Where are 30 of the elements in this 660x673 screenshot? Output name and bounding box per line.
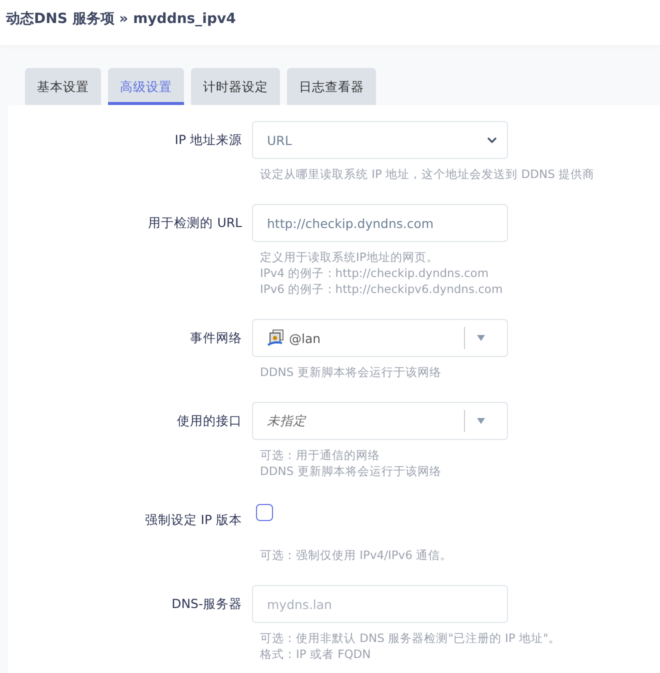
help-text: 格式：IP 或者 FQDN	[260, 646, 372, 662]
field-label: 用于检测的 URL	[148, 215, 242, 230]
field-label: IP 地址来源	[174, 132, 242, 147]
tab[interactable]: 计时器设定	[191, 68, 280, 105]
input-field[interactable]: http://checkip.dyndns.com	[252, 204, 508, 242]
field-label: 事件网络	[190, 330, 242, 345]
select-field[interactable]: URL	[252, 121, 508, 159]
checkbox[interactable]	[256, 504, 273, 520]
dropdown-field[interactable]: 未指定	[252, 402, 508, 440]
help-text: 可选：使用非默认 DNS 服务器检测"已注册的 IP 地址"。	[260, 630, 562, 646]
dropdown-arrow-icon	[477, 335, 485, 341]
field-label: DNS-服务器	[172, 596, 242, 611]
field-label: 强制设定 IP 版本	[144, 512, 242, 527]
tab[interactable]: 基本设置	[25, 68, 101, 105]
tab[interactable]: 日志查看器	[287, 68, 376, 105]
help-text: DDNS 更新脚本将会运行于该网络	[260, 463, 442, 479]
chevron-down-icon	[487, 137, 497, 143]
page-title: 动态DNS 服务项 » myddns_ipv4	[6, 11, 236, 27]
help-text: IPv6 的例子 : http://checkipv6.dyndns.com	[260, 281, 504, 297]
help-text: 可选：用于通信的网络	[260, 447, 381, 463]
dropdown-field[interactable]: @lan	[252, 319, 508, 357]
dropdown-arrow-icon	[477, 418, 485, 424]
tab[interactable]: 高级设置	[108, 68, 184, 105]
help-text: 定义用于读取系统IP地址的网页。	[260, 249, 440, 265]
help-text: IPv4 的例子 : http://checkip.dyndns.com	[260, 265, 490, 281]
network-icon	[267, 329, 285, 347]
help-text: 可选：强制仅使用 IPv4/IPv6 通信。	[260, 547, 454, 563]
field-label: 使用的接口	[177, 413, 242, 428]
help-text: 设定从哪里读取系统 IP 地址，这个地址会发送到 DDNS 提供商	[260, 166, 596, 182]
help-text: DDNS 更新脚本将会运行于该网络	[260, 364, 442, 380]
